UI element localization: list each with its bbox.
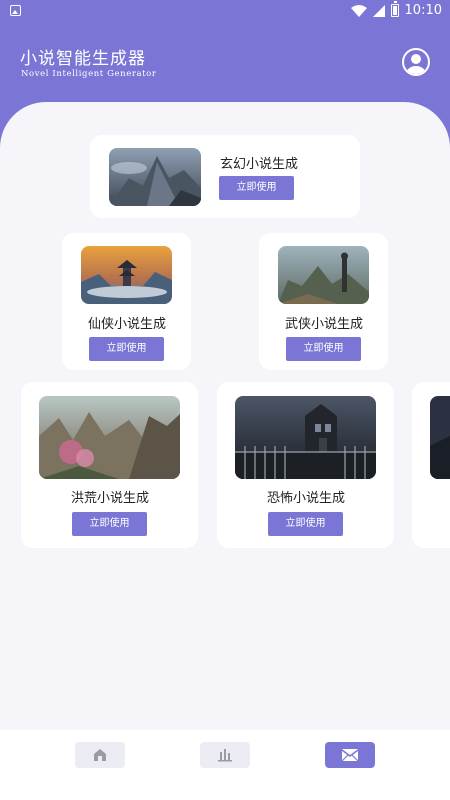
mail-icon [341,749,359,762]
use-now-button[interactable]: 立即使用 [219,176,294,200]
honghuang-landscape-image [39,396,180,479]
app-subtitle: Novel Intelligent Generator [21,69,157,79]
wifi-icon [350,4,367,17]
user-icon [406,54,426,74]
fantasy-mountain-image [109,148,201,206]
card-xianxia[interactable]: 仙侠小说生成 立即使用 [62,233,191,370]
bottom-nav [0,730,450,800]
status-indicators: 10:10 [350,1,442,18]
use-now-button[interactable]: 立即使用 [72,512,147,536]
nav-stats-button[interactable] [200,742,250,768]
app-title: 小说智能生成器 [20,49,146,69]
wuxia-warrior-image [278,246,369,304]
horror-mansion-image [235,396,376,479]
card-title: 洪荒小说生成 [71,491,150,506]
card-title: 武侠小说生成 [285,317,364,332]
card-title: 仙侠小说生成 [88,317,167,332]
card-honghuang[interactable]: 洪荒小说生成 立即使用 [21,382,198,548]
home-icon [94,749,106,761]
content-panel: 玄幻小说生成 立即使用 仙侠小说生成 立即使用 武侠小说生成 立即使用 洪荒小说… [0,102,450,730]
nav-home-button[interactable] [75,742,125,768]
user-avatar-button[interactable] [402,48,430,76]
card-wuxia[interactable]: 武侠小说生成 立即使用 [259,233,388,370]
use-now-button[interactable]: 立即使用 [268,512,343,536]
battery-icon [390,1,399,17]
card-title: 玄幻小说生成 [220,157,299,172]
chart-icon [218,749,232,762]
status-bar: 10:10 [0,0,450,22]
status-time: 10:10 [404,3,442,18]
signal-icon [372,4,385,17]
nav-mail-button[interactable] [325,742,375,768]
use-now-button[interactable]: 立即使用 [286,337,361,361]
card-horror[interactable]: 恐怖小说生成 立即使用 [217,382,394,548]
card-xuanhuan[interactable]: 玄幻小说生成 立即使用 [90,135,360,218]
card-partial[interactable] [412,382,450,548]
image-notification-icon [10,5,21,16]
use-now-button[interactable]: 立即使用 [89,337,164,361]
card-title: 恐怖小说生成 [267,491,346,506]
xianxia-pagoda-image [81,246,172,304]
partial-card-image [430,396,450,479]
